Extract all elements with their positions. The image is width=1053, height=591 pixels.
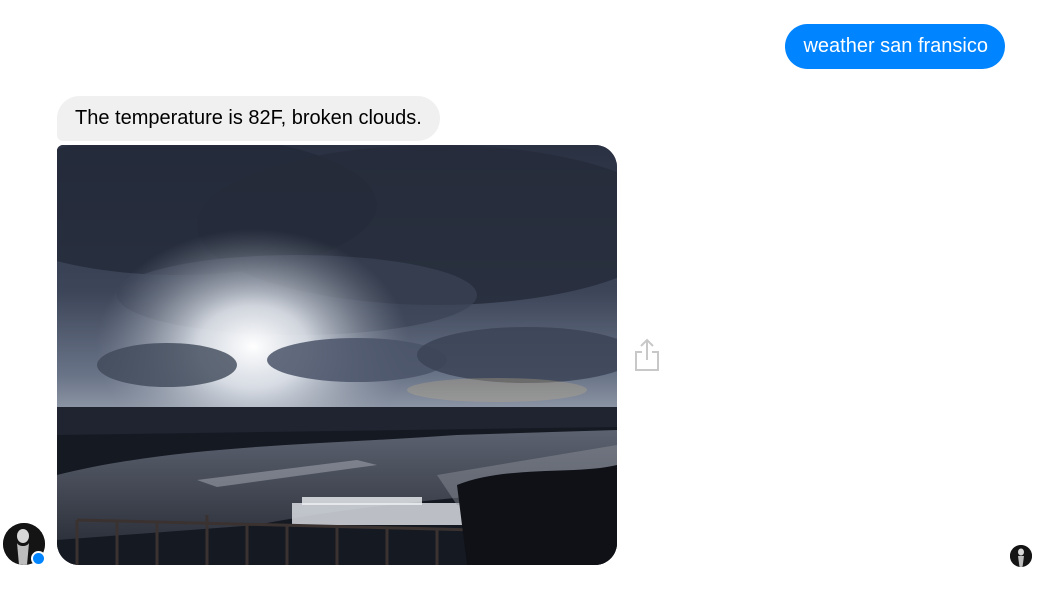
incoming-message-bubble[interactable]: The temperature is 82F, broken clouds. <box>57 96 440 141</box>
incoming-message-text: The temperature is 82F, broken clouds. <box>75 107 422 129</box>
share-icon <box>635 338 659 371</box>
outgoing-message-bubble[interactable]: weather san fransico <box>785 24 1005 69</box>
seen-avatar-image <box>1010 545 1032 567</box>
share-button[interactable] <box>633 338 661 374</box>
seen-avatar <box>1010 545 1032 567</box>
outgoing-message-text: weather san fransico <box>803 35 988 57</box>
weather-photo-image <box>57 145 617 565</box>
weather-photo[interactable] <box>57 145 617 565</box>
messenger-badge-icon <box>31 551 46 566</box>
